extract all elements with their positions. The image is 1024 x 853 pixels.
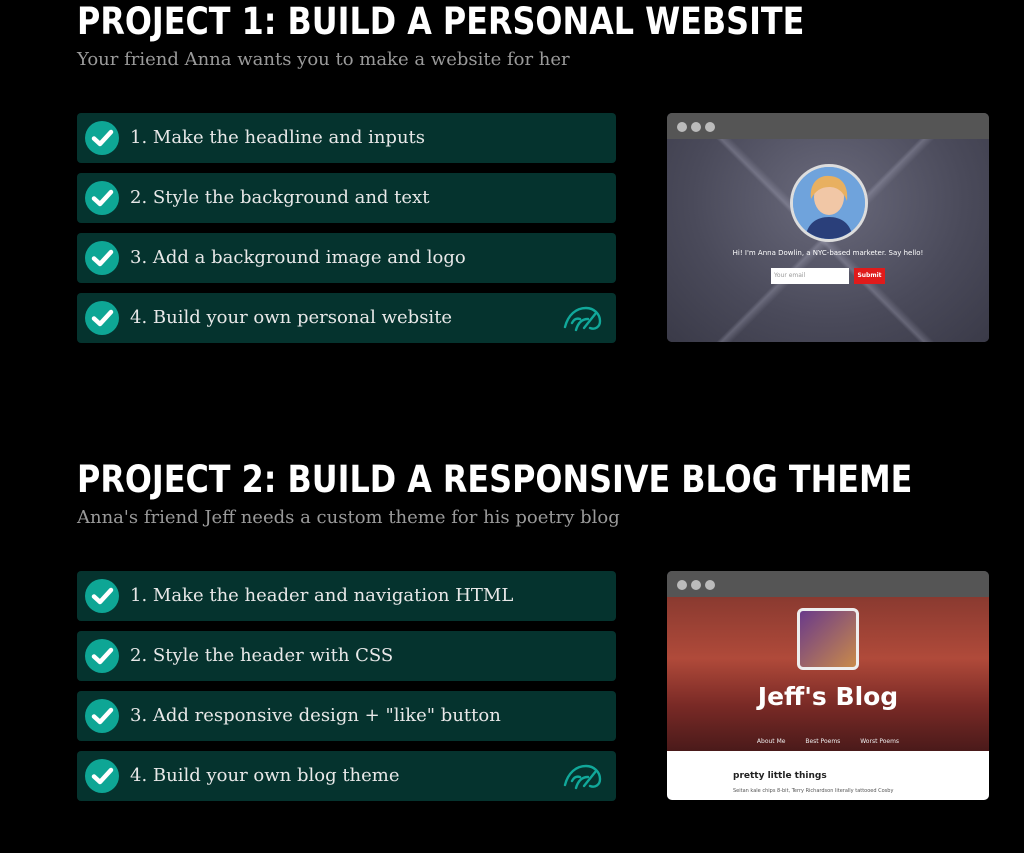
preview-nav: About Me Best Poems Worst Poems [667, 738, 989, 745]
project-2-title: PROJECT 2: BUILD A RESPONSIVE BLOG THEME [77, 458, 913, 501]
task-label: 4. Build your own personal website [130, 307, 453, 328]
project-2-task-1[interactable]: 1. Make the header and navigation HTML [77, 571, 616, 621]
preview-nav-item: Best Poems [805, 738, 841, 745]
check-icon [85, 639, 119, 673]
task-label: 4. Build your own blog theme [130, 765, 400, 786]
preview-intro-text: Hi! I'm Anna Dowlin, a NYC-based markete… [732, 249, 924, 257]
project-1-preview: Hi! I'm Anna Dowlin, a NYC-based markete… [667, 113, 989, 342]
project-2-subtitle: Anna's friend Jeff needs a custom theme … [77, 507, 620, 528]
project-1-section: PROJECT 1: BUILD A PERSONAL WEBSITE Your… [77, 0, 997, 343]
preview-post-title: pretty little things [733, 771, 827, 781]
task-label: 1. Make the headline and inputs [130, 127, 426, 148]
project-1-task-2[interactable]: 2. Style the background and text [77, 173, 616, 223]
preview-blog-title: Jeff's Blog [757, 682, 899, 711]
bird-logo-icon [562, 761, 604, 795]
preview-post-excerpt: Seitan kale chips 8-bit, Terry Richardso… [733, 788, 894, 794]
window-dot-icon [677, 122, 687, 132]
project-2-task-list: 1. Make the header and navigation HTML 2… [77, 571, 616, 811]
task-label: 3. Add a background image and logo [130, 247, 466, 268]
task-label: 2. Style the header with CSS [130, 645, 394, 666]
project-1-task-list: 1. Make the headline and inputs 2. Style… [77, 113, 616, 353]
browser-bar [667, 571, 989, 597]
task-label: 3. Add responsive design + "like" button [130, 705, 501, 726]
bird-logo-icon [562, 303, 604, 337]
preview-email-input: Your email [771, 268, 849, 284]
preview-submit-button: Submit [854, 268, 885, 284]
check-icon [85, 121, 119, 155]
project-2-task-4[interactable]: 4. Build your own blog theme [77, 751, 616, 801]
check-icon [85, 241, 119, 275]
avatar [790, 164, 868, 242]
task-label: 1. Make the header and navigation HTML [130, 585, 514, 606]
project-1-subtitle: Your friend Anna wants you to make a web… [77, 49, 570, 70]
check-icon [85, 699, 119, 733]
avatar [797, 608, 859, 670]
project-2-section: PROJECT 2: BUILD A RESPONSIVE BLOG THEME… [77, 458, 997, 801]
preview-nav-item: About Me [756, 738, 786, 745]
project-1-title: PROJECT 1: BUILD A PERSONAL WEBSITE [77, 0, 805, 43]
project-1-task-4[interactable]: 4. Build your own personal website [77, 293, 616, 343]
project-1-task-3[interactable]: 3. Add a background image and logo [77, 233, 616, 283]
window-dot-icon [677, 580, 687, 590]
preview-nav-item: Worst Poems [860, 738, 900, 745]
preview-background: Hi! I'm Anna Dowlin, a NYC-based markete… [667, 139, 989, 342]
check-icon [85, 579, 119, 613]
task-label: 2. Style the background and text [130, 187, 430, 208]
project-2-task-2[interactable]: 2. Style the header with CSS [77, 631, 616, 681]
window-dot-icon [691, 122, 701, 132]
window-dot-icon [705, 580, 715, 590]
check-icon [85, 301, 119, 335]
preview-hero: Jeff's Blog About Me Best Poems Worst Po… [667, 597, 989, 751]
browser-bar [667, 113, 989, 139]
check-icon [85, 759, 119, 793]
project-2-preview: Jeff's Blog About Me Best Poems Worst Po… [667, 571, 989, 800]
preview-post: pretty little things Seitan kale chips 8… [667, 751, 989, 800]
project-2-task-3[interactable]: 3. Add responsive design + "like" button [77, 691, 616, 741]
window-dot-icon [691, 580, 701, 590]
window-dot-icon [705, 122, 715, 132]
check-icon [85, 181, 119, 215]
project-1-task-1[interactable]: 1. Make the headline and inputs [77, 113, 616, 163]
